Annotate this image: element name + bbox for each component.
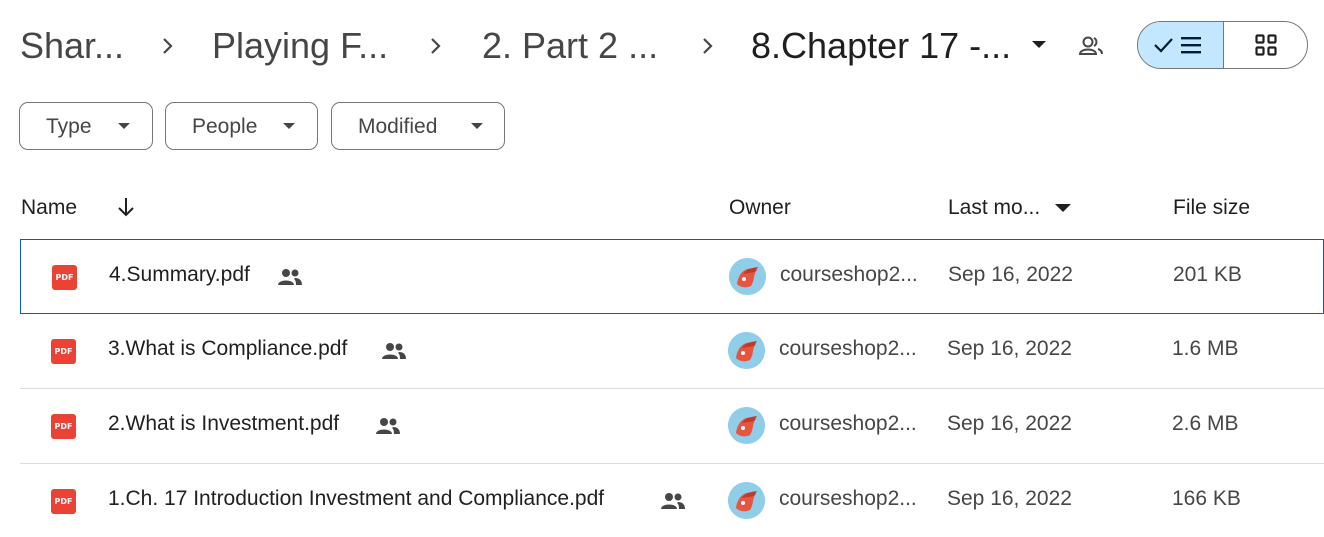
last-modified: Sep 16, 2022 [947, 412, 1072, 435]
caret-down-icon[interactable] [1030, 40, 1048, 50]
file-size: 1.6 MB [1172, 337, 1239, 360]
check-list-icon [1154, 37, 1201, 54]
last-modified: Sep 16, 2022 [948, 263, 1073, 286]
chevron-right-icon [431, 38, 441, 54]
shared-icon [376, 418, 400, 434]
view-toggle [1137, 21, 1308, 69]
avatar [729, 258, 766, 295]
table-row[interactable]: PDF 2.What is Investment.pdf courseshop2… [20, 389, 1324, 464]
column-header-last-modified[interactable]: Last mo... [948, 196, 1040, 220]
caret-down-icon[interactable] [1055, 204, 1071, 213]
owner-avatar-icon [728, 407, 765, 444]
column-header-file-size[interactable]: File size [1173, 196, 1250, 220]
avatar [728, 407, 765, 444]
breadcrumb-item-shared[interactable]: Shar... [20, 24, 124, 68]
table-row[interactable]: PDF 1.Ch. 17 Introduction Investment and… [20, 464, 1324, 537]
shared-icon [278, 269, 302, 285]
avatar [728, 482, 765, 519]
owner-avatar-icon [729, 258, 766, 295]
file-size: 166 KB [1172, 487, 1241, 510]
chevron-right-icon [703, 38, 713, 54]
shared-icon [382, 343, 406, 359]
pdf-file-icon: PDF [51, 339, 76, 364]
owner-name: courseshop2... [779, 337, 917, 360]
filter-people-chip[interactable]: People [165, 102, 318, 150]
file-size: 201 KB [1173, 263, 1242, 286]
owner-avatar-icon [728, 482, 765, 519]
grid-view-button[interactable] [1224, 22, 1307, 68]
owner-name: courseshop2... [779, 487, 917, 510]
caret-down-icon [471, 123, 483, 129]
pdf-file-icon: PDF [51, 414, 76, 439]
filter-type-label: Type [46, 115, 92, 138]
breadcrumb-item-current[interactable]: 8.Chapter 17 -... [751, 24, 1011, 68]
file-size: 2.6 MB [1172, 412, 1239, 435]
sort-arrow-down-icon[interactable] [116, 196, 136, 218]
table-row[interactable]: PDF 3.What is Compliance.pdf courseshop2… [20, 314, 1324, 389]
filter-people-label: People [192, 115, 258, 138]
breadcrumb-item-playing[interactable]: Playing F... [212, 24, 388, 68]
file-name[interactable]: 3.What is Compliance.pdf [108, 337, 347, 361]
filter-type-chip[interactable]: Type [19, 102, 153, 150]
filter-modified-label: Modified [358, 115, 438, 138]
last-modified: Sep 16, 2022 [947, 487, 1072, 510]
grid-icon [1255, 34, 1277, 56]
file-name[interactable]: 1.Ch. 17 Introduction Investment and Com… [108, 487, 604, 511]
list-view-button[interactable] [1138, 22, 1224, 68]
last-modified: Sep 16, 2022 [947, 337, 1072, 360]
owner-avatar-icon [728, 332, 765, 369]
pdf-file-icon: PDF [51, 489, 76, 514]
people-outline-icon[interactable] [1077, 32, 1105, 60]
file-name[interactable]: 2.What is Investment.pdf [108, 412, 339, 436]
owner-name: courseshop2... [780, 263, 918, 286]
filter-modified-chip[interactable]: Modified [331, 102, 505, 150]
avatar [728, 332, 765, 369]
file-name[interactable]: 4.Summary.pdf [109, 263, 250, 287]
breadcrumb: Shar... Playing F... 2. Part 2 ... 8.Cha… [0, 0, 1324, 92]
breadcrumb-item-part2[interactable]: 2. Part 2 ... [482, 24, 658, 68]
caret-down-icon [283, 123, 295, 129]
chevron-right-icon [163, 38, 173, 54]
column-header-owner[interactable]: Owner [729, 196, 791, 220]
caret-down-icon [118, 123, 130, 129]
owner-name: courseshop2... [779, 412, 917, 435]
table-row[interactable]: PDF 4.Summary.pdf courseshop2... Sep 16,… [20, 239, 1324, 314]
shared-icon [661, 493, 685, 509]
pdf-file-icon: PDF [52, 265, 77, 290]
column-header-name[interactable]: Name [21, 196, 77, 220]
